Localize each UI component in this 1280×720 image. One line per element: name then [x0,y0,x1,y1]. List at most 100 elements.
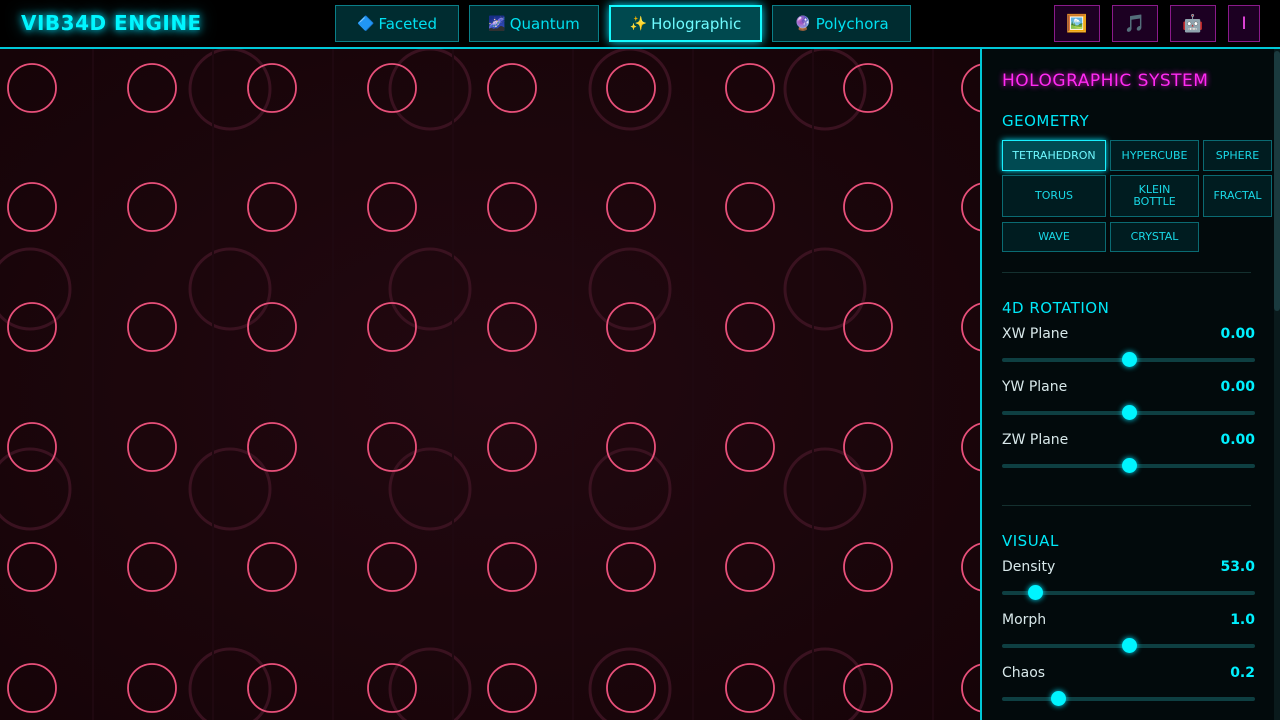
geometry-fractal-button[interactable]: FRACTAL [1203,175,1272,217]
hologram-ring [606,422,656,472]
hologram-ring [247,422,297,472]
slider-thumb[interactable] [1121,352,1137,367]
hologram-ring [606,63,656,113]
morph-slider[interactable] [1002,638,1255,653]
geometry-torus-button[interactable]: TORUS [1002,175,1106,217]
hologram-ring [961,63,980,113]
panel-scrollbar[interactable] [1274,49,1280,720]
audio-button[interactable]: 🎵 [1112,5,1158,42]
xw-plane-value: 0.00 [1220,326,1255,342]
geometry-section-title: GEOMETRY [1002,112,1090,130]
hologram-ring [961,182,980,232]
zw-plane-slider[interactable] [1002,458,1255,473]
hologram-ring [725,542,775,592]
slider-thumb[interactable] [1121,638,1137,653]
geometry-tetrahedron-button[interactable]: TETRAHEDRON [1002,140,1106,171]
hologram-ring [7,542,57,592]
visual-section-title: VISUAL [1002,532,1059,550]
hologram-ring [725,63,775,113]
hologram-ring [127,663,177,713]
background-ring [783,247,867,331]
slider-thumb[interactable] [1121,458,1137,473]
hologram-ring [367,182,417,232]
app-title: VIB34D ENGINE [21,11,202,35]
background-stripe [572,49,574,720]
hologram-ring [487,302,537,352]
slider-thumb[interactable] [1027,585,1043,600]
galaxy-icon: 🌌 [488,15,506,32]
zw-plane-label: ZW Plane [1002,432,1069,448]
hologram-ring [961,663,980,713]
geometry-crystal-button[interactable]: CRYSTAL [1110,222,1199,252]
gallery-button[interactable]: 🖼️ [1054,5,1100,42]
rotation-section-title: 4D ROTATION [1002,299,1110,317]
tab-label: Holographic [651,14,742,33]
hologram-ring [961,542,980,592]
density-value: 53.0 [1220,559,1255,575]
hologram-ring [367,302,417,352]
hologram-ring [843,663,893,713]
crystal-ball-icon: 🔮 [794,15,812,32]
scrollbar-thumb[interactable] [1274,51,1280,311]
hologram-pattern [0,49,980,720]
background-ring [388,247,472,331]
hologram-ring [367,422,417,472]
background-stripe [332,49,334,720]
geometry-klein-bottle-button[interactable]: KLEIN BOTTLE [1110,175,1199,217]
hologram-ring [127,422,177,472]
visualization-canvas[interactable] [0,49,980,720]
yw-plane-slider[interactable] [1002,405,1255,420]
background-ring [388,49,472,131]
geometry-sphere-button[interactable]: SPHERE [1203,140,1272,171]
panel-title: HOLOGRAPHIC SYSTEM [1002,71,1209,91]
morph-value: 1.0 [1230,612,1255,628]
chaos-slider[interactable] [1002,691,1255,706]
hologram-ring [7,182,57,232]
slider-thumb[interactable] [1121,405,1137,420]
hologram-ring [606,542,656,592]
hologram-ring [843,542,893,592]
background-ring [188,447,272,531]
hologram-ring [487,63,537,113]
yw-plane-label: YW Plane [1002,379,1068,395]
slider-thumb[interactable] [1050,691,1066,706]
background-ring [588,647,672,720]
hologram-ring [961,422,980,472]
background-stripe [212,49,214,720]
tab-faceted[interactable]: 🔷 Faceted [335,5,459,42]
music-icon: 🎵 [1124,13,1146,34]
hologram-ring [606,663,656,713]
tab-label: Quantum [509,14,580,33]
background-ring [588,49,672,131]
hologram-ring [487,663,537,713]
ai-button[interactable]: 🤖 [1170,5,1216,42]
background-ring [188,247,272,331]
hologram-ring [487,542,537,592]
tab-quantum[interactable]: 🌌 Quantum [469,5,599,42]
chaos-label: Chaos [1002,665,1046,681]
density-slider[interactable] [1002,585,1255,600]
hologram-ring [487,422,537,472]
geometry-wave-button[interactable]: WAVE [1002,222,1106,252]
background-stripe [932,49,934,720]
xw-plane-slider[interactable] [1002,352,1255,367]
density-label: Density [1002,559,1056,575]
tab-polychora[interactable]: 🔮 Polychora [772,5,911,42]
hologram-ring [247,542,297,592]
hologram-ring [725,302,775,352]
hologram-ring [7,663,57,713]
geometry-hypercube-button[interactable]: HYPERCUBE [1110,140,1199,171]
yw-plane-value: 0.00 [1220,379,1255,395]
hologram-ring [127,182,177,232]
section-divider [1002,505,1251,506]
tab-holographic[interactable]: ✨ Holographic [609,5,762,42]
hologram-ring [127,302,177,352]
chaos-value: 0.2 [1230,665,1255,681]
diamond-icon: 🔷 [357,15,375,32]
section-divider [1002,272,1251,273]
info-button[interactable]: I [1228,5,1260,42]
hologram-ring [7,63,57,113]
hologram-ring [247,182,297,232]
hologram-ring [247,663,297,713]
background-stripe [812,49,814,720]
